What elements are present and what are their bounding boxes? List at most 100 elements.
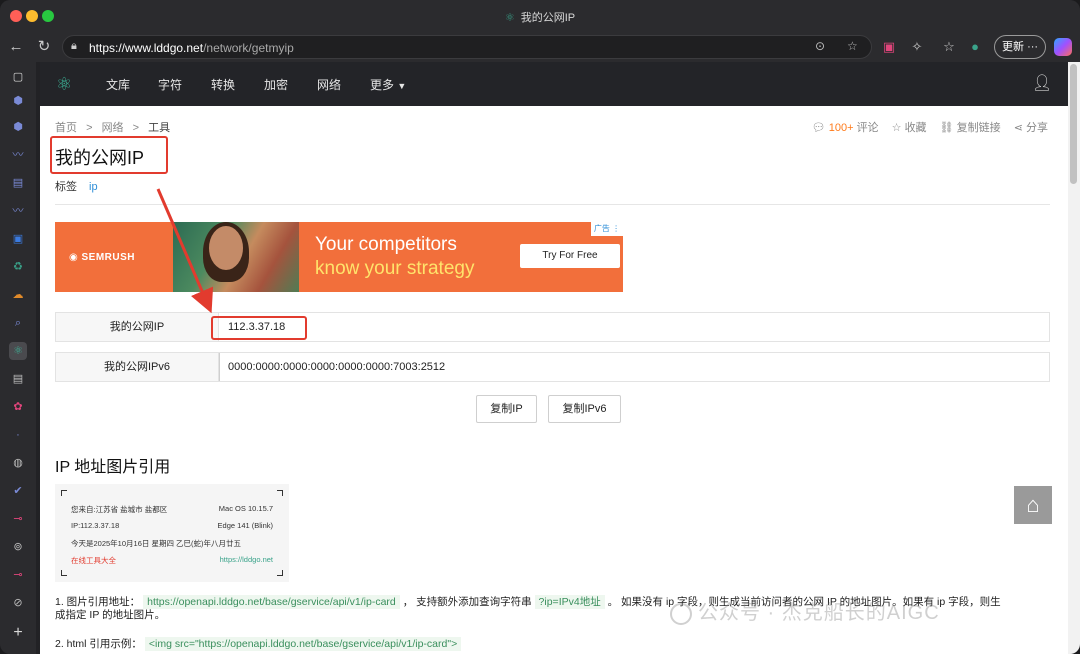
p1-prefix: 1. 图片引用地址：: [55, 596, 141, 608]
star-icon: ☆: [891, 122, 902, 134]
browser-window: ⚛ 我的公网IP ← ↻ 🔒︎ https://www.lddgo.net/net…: [0, 0, 1080, 654]
ad-person-face: [209, 226, 243, 270]
tag-ip[interactable]: ip: [89, 181, 98, 193]
extensions-icon[interactable]: ✧: [908, 38, 926, 56]
caret-down-icon: ▼: [397, 81, 407, 91]
ipv4-label: 我的公网IP: [56, 313, 219, 341]
breadcrumb-network[interactable]: 网络: [102, 122, 124, 134]
update-label: 更新: [1002, 41, 1024, 53]
card-corner: [277, 490, 283, 496]
nav-item-convert[interactable]: 转换: [211, 76, 235, 93]
favorite-star-icon[interactable]: ☆: [847, 39, 858, 53]
tab-icon[interactable]: ⊚: [9, 538, 27, 556]
comments-label: 评论: [856, 122, 879, 134]
site-logo-icon[interactable]: ⚛: [56, 74, 72, 95]
breadcrumb-tools[interactable]: 工具: [148, 122, 170, 134]
tab-icon[interactable]: ♻: [9, 258, 27, 276]
more-options-icon[interactable]: ⊙: [815, 39, 825, 53]
tab-icon[interactable]: ⬢: [9, 118, 27, 136]
tab-actions-icon[interactable]: ▢: [9, 68, 27, 86]
update-button[interactable]: 更新 ···: [994, 35, 1046, 59]
page-viewport: ⚛ 文库 字符 转换 加密 网络 更多 ▼ 👤︎ 首页 > 网络 > 工具 💬︎…: [40, 62, 1068, 654]
tab-icon[interactable]: ⊘: [9, 594, 27, 612]
nav-more-label: 更多: [370, 78, 395, 92]
back-icon[interactable]: ←: [6, 37, 26, 57]
tab-icon[interactable]: ⊸: [9, 510, 27, 528]
tab-icon[interactable]: 〰: [9, 202, 27, 220]
copy-link-label: 复制链接: [956, 122, 1001, 134]
section-title-ip-card: IP 地址图片引用: [55, 459, 171, 476]
lock-icon: 🔒︎: [71, 40, 77, 52]
tab-icon[interactable]: ▣: [9, 230, 27, 248]
profile-icon[interactable]: ●: [966, 38, 984, 56]
ipv6-value[interactable]: 0000:0000:0000:0000:0000:0000:7003:2512: [228, 353, 445, 381]
tab-active-icon[interactable]: ⚛: [9, 342, 27, 360]
scroll-thumb[interactable]: [1070, 64, 1077, 184]
ad-headline-1: Your competitors: [315, 234, 457, 255]
copy-link-link[interactable]: ⛓︎ 复制链接: [940, 119, 1001, 135]
translate-extension-icon[interactable]: ▣: [880, 38, 898, 56]
copilot-icon[interactable]: [1054, 38, 1072, 56]
p2-prefix: 2. html 引用示例：: [55, 638, 142, 650]
ipv6-row: 我的公网IPv6 0000:0000:0000:0000:0000:0000:7…: [55, 352, 1050, 382]
ip-highlight-box: [211, 316, 307, 340]
wechat-logo-icon: [670, 602, 692, 625]
card-site-url: https://lddgo.net: [219, 555, 273, 564]
tab-icon[interactable]: ☁: [9, 286, 27, 304]
ad-headline-2: know your strategy: [315, 258, 475, 279]
ad-tag-text: 广告: [593, 224, 610, 233]
copy-ip-button[interactable]: 复制IP: [476, 395, 537, 423]
tab-icon[interactable]: ✿: [9, 398, 27, 416]
copy-ipv6-button[interactable]: 复制IPv6: [548, 395, 621, 423]
favorites-icon[interactable]: ☆: [940, 38, 958, 56]
p1-param-code: ?ip=IPv4地址: [534, 595, 605, 609]
breadcrumb-home[interactable]: 首页: [55, 122, 77, 134]
card-corner: [61, 570, 67, 576]
user-icon[interactable]: 👤︎: [1032, 73, 1052, 92]
nav-item-network[interactable]: 网络: [317, 76, 341, 93]
card-corner: [277, 570, 283, 576]
site-favicon-icon: ⚛: [504, 12, 515, 24]
ad-cta-button[interactable]: Try For Free: [520, 244, 620, 268]
tab-icon[interactable]: ⌕: [9, 314, 27, 332]
tab-icon[interactable]: ⬢: [9, 92, 27, 110]
ad-brand: ◉ SEMRUSH: [69, 252, 135, 263]
globe-icon[interactable]: ◍: [9, 454, 27, 472]
card-corner: [61, 490, 67, 496]
page-scrollbar[interactable]: [1068, 62, 1080, 654]
reload-icon[interactable]: ↻: [34, 37, 54, 57]
back-to-top-home-button[interactable]: ⌂: [1014, 486, 1052, 524]
favorite-link[interactable]: ☆ 收藏: [892, 119, 927, 135]
vertical-tabs-sidebar: ▢ ⬢ ⬢ 〰 ▤ 〰 ▣ ♻ ☁ ⌕ ⚛ ▤ ✿ · ◍ ✔ ⊸ ⊚ ⊸ ⊘ …: [0, 62, 36, 654]
card-ip: IP:112.3.37.18: [71, 521, 120, 530]
tab-icon[interactable]: ⊸: [9, 566, 27, 584]
nav-item-library[interactable]: 文库: [106, 76, 130, 93]
tab-icon[interactable]: ·: [9, 426, 27, 444]
nav-item-chars[interactable]: 字符: [158, 76, 182, 93]
window-title: ⚛ 我的公网IP: [0, 9, 1080, 25]
nav-item-more[interactable]: 更多 ▼: [370, 76, 406, 93]
ad-photo: [173, 222, 299, 292]
p2-code[interactable]: <img src="https://openapi.lddgo.net/base…: [144, 637, 462, 651]
tab-icon[interactable]: ▤: [9, 174, 27, 192]
browser-toolbar: ← ↻ 🔒︎ https://www.lddgo.net/network/get…: [0, 32, 1080, 62]
ad-banner[interactable]: ◉ SEMRUSH Your competitors know your str…: [55, 222, 623, 292]
breadcrumb-separator: >: [132, 122, 140, 134]
ip-card-image: 您来自:江苏省 盐城市 盐都区 Mac OS 10.15.7 IP:112.3.…: [55, 484, 289, 582]
comments-link[interactable]: 💬︎ 100+ 评论: [812, 119, 879, 135]
tab-icon[interactable]: ▤: [9, 370, 27, 388]
tab-icon[interactable]: ✔: [9, 482, 27, 500]
address-bar[interactable]: 🔒︎ https://www.lddgo.net/network/getmyip…: [62, 35, 872, 59]
tab-icon[interactable]: 〰: [9, 146, 27, 164]
page-actions: 💬︎ 100+ 评论 ☆ 收藏 ⛓︎ 复制链接 ⋖ 分享: [802, 119, 1048, 135]
nav-item-encrypt[interactable]: 加密: [264, 76, 288, 93]
p1-url-code[interactable]: https://openapi.lddgo.net/base/gservice/…: [143, 595, 400, 609]
share-label: 分享: [1026, 122, 1048, 134]
comment-icon: 💬︎: [811, 122, 826, 134]
ad-tag[interactable]: 广告 ⋮: [591, 222, 623, 236]
card-os: Mac OS 10.15.7: [218, 504, 273, 513]
new-tab-plus-icon[interactable]: +: [9, 624, 27, 642]
semrush-logo-icon: ◉: [69, 252, 79, 263]
share-link[interactable]: ⋖ 分享: [1014, 119, 1048, 135]
paragraph-html-example: 2. html 引用示例： <img src="https://openapi.…: [55, 637, 462, 651]
